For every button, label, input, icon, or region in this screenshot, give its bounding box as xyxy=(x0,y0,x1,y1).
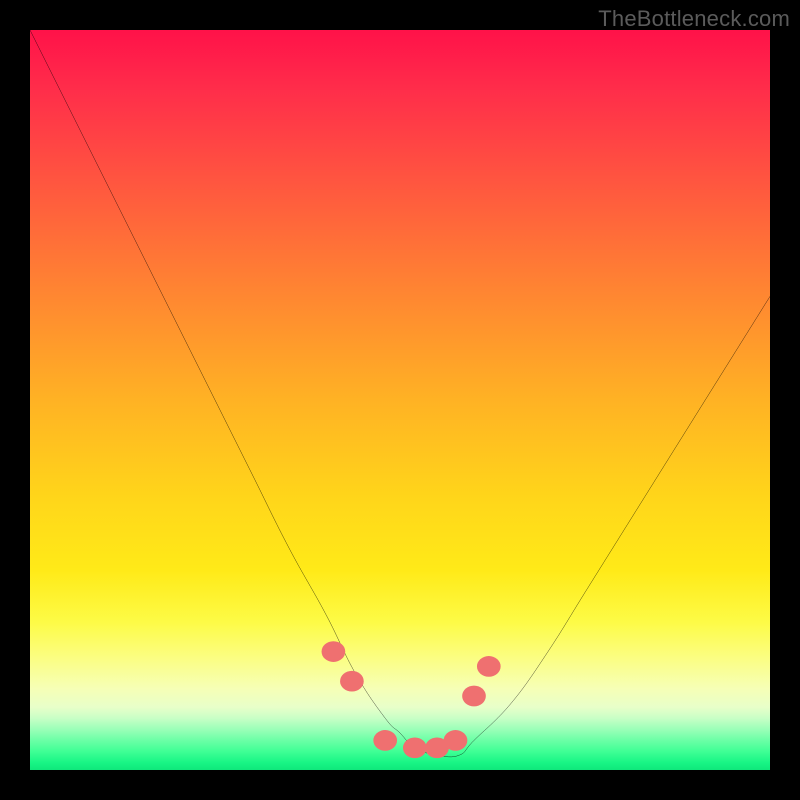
marker-dot xyxy=(403,737,427,758)
marker-dot xyxy=(444,730,468,751)
chart-plot-area xyxy=(30,30,770,770)
chart-overlay-svg xyxy=(30,30,770,770)
watermark-text: TheBottleneck.com xyxy=(598,6,790,32)
bottleneck-curve xyxy=(30,30,770,757)
marker-dot xyxy=(425,737,449,758)
highlighted-points xyxy=(322,641,501,758)
marker-dot xyxy=(477,656,501,677)
marker-dot xyxy=(462,686,486,707)
marker-dot xyxy=(322,641,346,662)
marker-dot xyxy=(340,671,364,692)
chart-frame: TheBottleneck.com xyxy=(0,0,800,800)
marker-dot xyxy=(373,730,397,751)
